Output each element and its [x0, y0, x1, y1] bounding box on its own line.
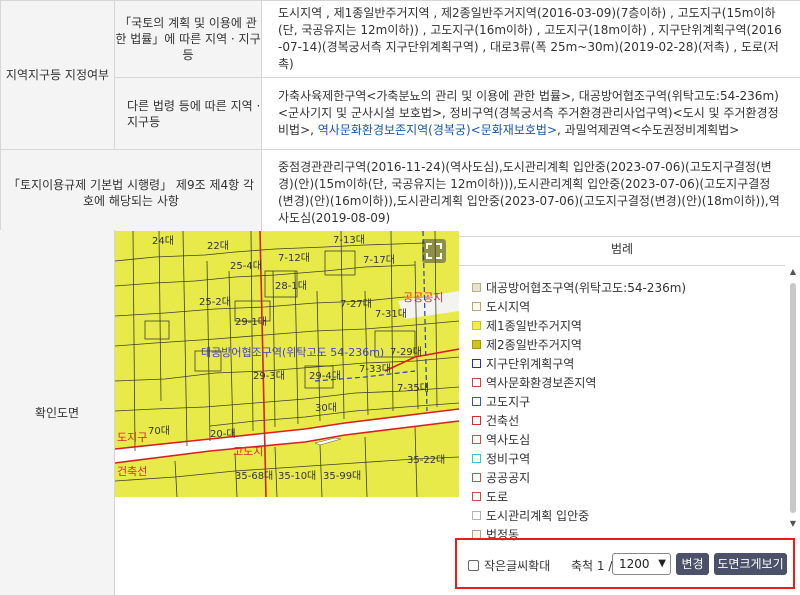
legend-scrollbar[interactable]: ▲ ▼ [786, 231, 800, 531]
scroll-down-arrow-icon[interactable]: ▼ [786, 517, 800, 531]
scrollbar-thumb[interactable] [790, 283, 796, 513]
parcel-label: 7-17대 [363, 254, 395, 266]
parcel-label: 28-1대 [275, 280, 307, 292]
other-law-header: 다른 법령 등에 따른 지역 · 지구등 [114, 77, 262, 150]
heritage-area-link[interactable]: 역사문화환경보존지역(경복궁)<문화재보호법> [318, 123, 557, 137]
scale-select[interactable]: 1200 ▼ [612, 553, 671, 575]
legend-swatch [472, 378, 481, 387]
height-district-label: 도지구 [117, 431, 147, 444]
legend-swatch [472, 511, 481, 520]
other-law-value: 가축사육제한구역<가축분뇨의 관리 및 이용에 관한 법률>, 대공방어협조구역… [261, 77, 800, 150]
legend-item: 정비구역 [472, 449, 792, 468]
scale-label: 축척 1 / [571, 559, 613, 573]
cadastral-map[interactable]: 24대 22대 25-4대 7-12대 7-13대 7-17대 28-1대 7-… [115, 231, 459, 497]
legend-item: 건축선 [472, 411, 792, 430]
legend-item-label: 역사문화환경보존지역 [486, 376, 597, 390]
legend-item: 역사도심 [472, 430, 792, 449]
legend-item-label: 지구단위계획구역 [486, 357, 575, 371]
legend-item: 도로 [472, 487, 792, 506]
parcel-label: 70대 [148, 425, 170, 437]
legend-item-label: 역사도심 [486, 433, 531, 447]
zoning-row-label: 지역지구등 지정여부 [0, 0, 115, 150]
small-text-enlarge-checkbox[interactable] [468, 560, 479, 571]
parcel-label: 7-33대 [359, 363, 391, 375]
legend-item-label: 도로 [486, 490, 509, 504]
building-line-label: 건축선 [117, 465, 147, 478]
parcel-label: 35-99대 [323, 470, 361, 482]
parcel-label: 25-2대 [199, 296, 231, 308]
legend-item: 역사문화환경보존지역 [472, 373, 792, 392]
legend-swatch [472, 321, 481, 330]
scroll-up-arrow-icon[interactable]: ▲ [786, 265, 800, 279]
map-section-label: 확인도면 [0, 230, 115, 595]
fullscreen-icon [426, 243, 442, 259]
legend-list: 대공방어협조구역(위탁고도:54-236m) 도시지역제1종일반주거지역제2종일반… [472, 278, 792, 544]
parcel-label: 22대 [207, 240, 229, 252]
legend-item-label: 제2종일반주거지역 [486, 338, 582, 352]
parcel-label: 20-대 [210, 428, 236, 440]
legend-item-label: 도시관리계획 입안중 [486, 509, 590, 523]
parcel-label: 7-35대 [397, 382, 429, 394]
legend-item-label: 고도지구 [486, 395, 531, 409]
parcel-label: 7-27대 [340, 298, 372, 310]
parcel-label: 24대 [152, 235, 174, 247]
legend-swatch [472, 302, 481, 311]
legend-swatch [472, 340, 481, 349]
legend-swatch [472, 283, 481, 292]
parcel-label: 29-4대 [309, 370, 341, 382]
enforcement-header: 「토지이용규제 기본법 시행령」 제9조 제4항 각 호에 해당되는 사항 [0, 149, 262, 237]
parcel-label: 7-29대 [390, 346, 422, 358]
legend-title: 범례 [459, 231, 785, 266]
legend-item: 지구단위계획구역 [472, 354, 792, 373]
fullscreen-button[interactable] [422, 239, 446, 263]
legend-item-label: 제1종일반주거지역 [486, 319, 582, 333]
national-land-header: 「국토의 계획 및 이용에 관한 법률」에 따른 지역 · 지구등 [114, 0, 262, 78]
legend-swatch [472, 473, 481, 482]
parcel-label: 30대 [315, 402, 337, 414]
legend-item: 제1종일반주거지역 [472, 316, 792, 335]
enforcement-value: 중점경관관리구역(2016-11-24)(역사도심),도시관리계획 입안중(20… [261, 149, 800, 237]
legend-swatch [472, 359, 481, 368]
parcel-label: 35-10대 [278, 470, 316, 482]
legend-item: 대공방어협조구역(위탁고도:54-236m) [472, 278, 792, 297]
legend-item: 고도지구 [472, 392, 792, 411]
parcel-label: 35-68대 [235, 470, 273, 482]
legend-swatch [472, 397, 481, 406]
legend-item: 도시지역 [472, 297, 792, 316]
public-space-label: 공공공지 [403, 291, 443, 304]
change-scale-button[interactable]: 변경 [676, 553, 709, 575]
legend-item: 공공공지 [472, 468, 792, 487]
land-use-info-table: 지역지구등 지정여부 「국토의 계획 및 이용에 관한 법률」에 따른 지역 ·… [0, 0, 800, 237]
legend-item-label: 건축선 [486, 414, 520, 428]
parcel-label: 35-22대 [407, 454, 445, 466]
parcel-label: 29-3대 [253, 370, 285, 382]
legend-item-label: 도시지역 [486, 300, 531, 314]
scale-select-value: 1200 [619, 557, 650, 571]
legend-swatch [472, 435, 481, 444]
legend-item: 제2종일반주거지역 [472, 335, 792, 354]
national-land-value: 도시지역 , 제1종일반주거지역 , 제2종일반주거지역(2016-03-09)… [261, 0, 800, 78]
parcel-label: 7-31대 [375, 308, 407, 320]
legend-item-label: 정비구역 [486, 452, 531, 466]
enlarge-map-button[interactable]: 도면크게보기 [714, 553, 787, 575]
parcel-label: 7-12대 [278, 252, 310, 264]
chevron-down-icon: ▼ [658, 558, 666, 569]
parcel-label: 7-13대 [333, 234, 365, 246]
legend-item-label: 공공공지 [486, 471, 531, 485]
height-district-label-2: 고도지 [233, 445, 263, 458]
legend-swatch [472, 454, 481, 463]
parcel-label: 25-4대 [230, 260, 262, 272]
legend-item: 도시관리계획 입안중 [472, 506, 792, 525]
legend-item-label: 대공방어협조구역(위탁고도:54-236m) [486, 281, 687, 295]
map-control-bar: 작은글씨확대 축척 1 / 1200 ▼ 변경 도면크게보기 [455, 538, 795, 589]
legend-swatch [472, 416, 481, 425]
parcel-label: 29-1대 [235, 316, 267, 328]
legend-swatch [472, 492, 481, 501]
overlay-label: 대공방어협조구역(위탁고도 54-236m) [201, 346, 384, 359]
small-text-enlarge-label[interactable]: 작은글씨확대 [484, 557, 550, 574]
